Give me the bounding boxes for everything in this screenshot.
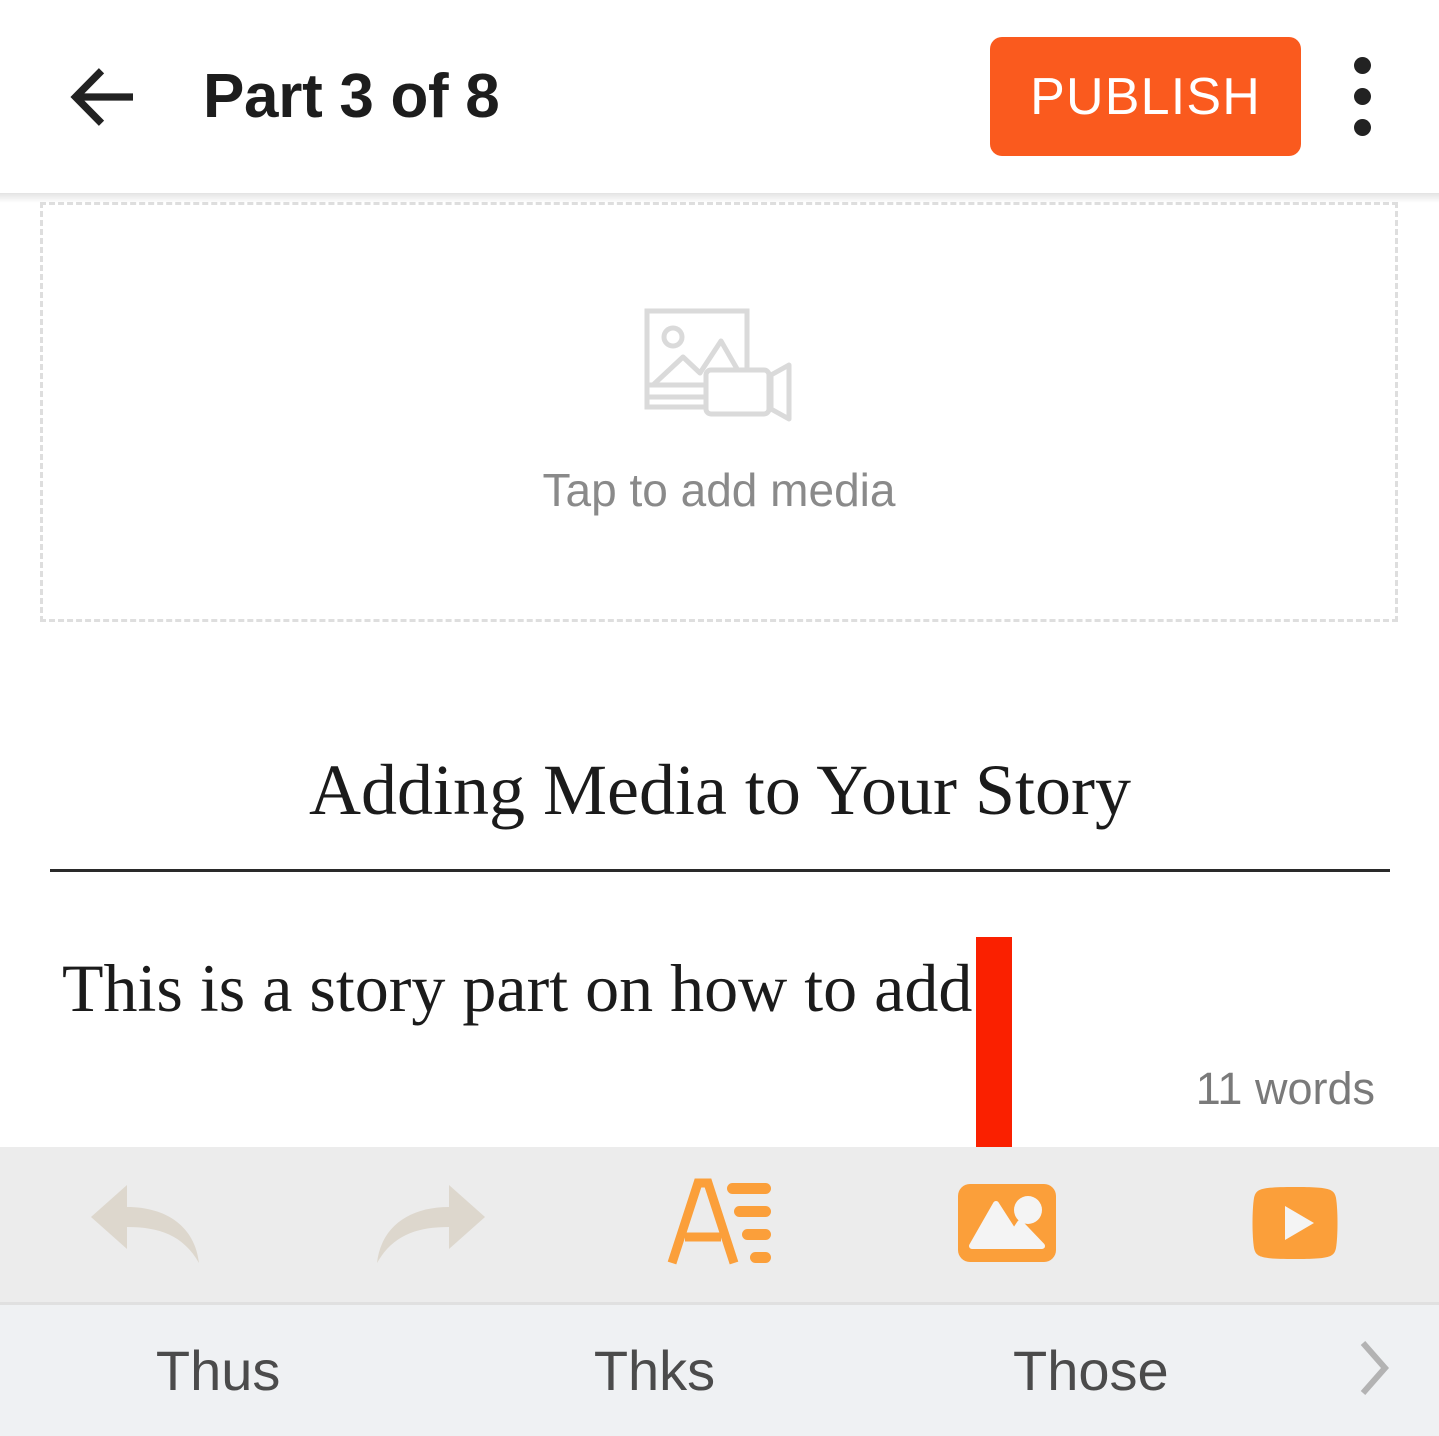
story-title-input[interactable]: Adding Media to Your Story [50, 752, 1390, 829]
app-bar: Part 3 of 8 PUBLISH [0, 0, 1439, 203]
suggestion-item-3[interactable]: Those [873, 1338, 1309, 1403]
chevron-right-icon [1349, 1335, 1399, 1406]
insert-image-button[interactable] [863, 1146, 1151, 1304]
story-part-editor-screen: Part 3 of 8 PUBLISH Tap to add media Add… [0, 0, 1439, 1436]
media-placeholder[interactable]: Tap to add media [40, 202, 1398, 622]
suggestion-item-1[interactable]: Thus [0, 1338, 436, 1403]
format-toolbar [0, 1147, 1439, 1305]
media-placeholder-label: Tap to add media [542, 464, 896, 516]
kebab-menu-icon-dot2 [1353, 88, 1371, 105]
text-format-button[interactable] [576, 1146, 864, 1304]
redo-button[interactable] [288, 1146, 576, 1304]
keyboard-suggestion-bar: Thus Thks Those [0, 1305, 1439, 1436]
page-title: Part 3 of 8 [203, 62, 500, 131]
title-underline-divider [50, 869, 1390, 872]
redo-icon [373, 1177, 491, 1272]
back-button[interactable] [62, 54, 148, 140]
undo-icon [85, 1177, 203, 1272]
image-video-placeholder-icon [643, 307, 795, 429]
suggestion-item-2[interactable]: Thks [436, 1338, 872, 1403]
suggestion-expand-button[interactable] [1309, 1335, 1439, 1406]
insert-image-icon [958, 1184, 1057, 1265]
text-format-icon [664, 1177, 774, 1272]
story-body-input[interactable]: This is a story part on how to add [62, 949, 1382, 1027]
insert-video-button[interactable] [1151, 1146, 1439, 1304]
word-count-label: 11 words [1195, 1063, 1375, 1114]
kebab-menu-icon-dot3 [1353, 119, 1371, 136]
editor-content-area: Tap to add media Adding Media to Your St… [0, 193, 1439, 1147]
back-arrow-icon [63, 55, 147, 139]
overflow-menu-button[interactable] [1319, 47, 1405, 147]
undo-button[interactable] [0, 1146, 288, 1304]
kebab-menu-icon [1353, 57, 1371, 74]
insert-video-icon [1246, 1184, 1344, 1265]
publish-button[interactable]: PUBLISH [990, 37, 1301, 156]
